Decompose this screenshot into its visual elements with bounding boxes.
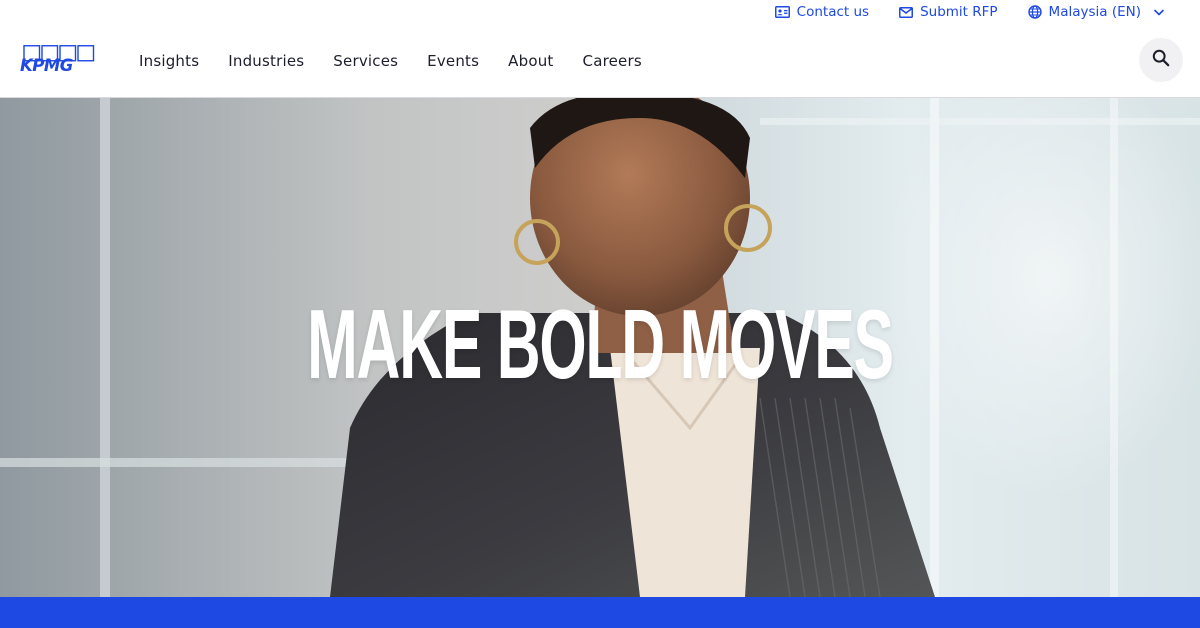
contact-card-icon [774, 6, 790, 18]
nav-item-insights[interactable]: Insights [139, 52, 199, 70]
nav-item-services[interactable]: Services [333, 52, 398, 70]
region-label: Malaysia (EN) [1048, 4, 1141, 20]
primary-nav: Insights Industries Services Events Abou… [139, 24, 642, 98]
blue-band [0, 597, 1200, 628]
submit-rfp-label: Submit RFP [920, 4, 998, 20]
region-selector[interactable]: Malaysia (EN) [1027, 4, 1164, 20]
hero-banner: MAKE BOLD MOVES [0, 98, 1200, 597]
nav-item-industries[interactable]: Industries [228, 52, 304, 70]
utility-bar: Contact us Submit RFP Malaysia (EN) [0, 0, 1200, 24]
submit-rfp-link[interactable]: Submit RFP [899, 4, 998, 20]
nav-item-events[interactable]: Events [427, 52, 479, 70]
search-icon [1152, 49, 1170, 71]
main-header: KPMG Insights Industries Services Events… [0, 24, 1200, 98]
globe-icon [1027, 5, 1042, 19]
search-button[interactable] [1139, 38, 1183, 82]
chevron-down-icon [1154, 9, 1164, 16]
logo-text: KPMG [20, 56, 73, 75]
page: Contact us Submit RFP Malaysia (EN) KPMG… [0, 0, 1200, 628]
nav-item-about[interactable]: About [508, 52, 553, 70]
contact-us-link[interactable]: Contact us [774, 4, 870, 20]
hero-headline: MAKE BOLD MOVES [307, 289, 894, 399]
mail-icon [899, 6, 914, 18]
kpmg-logo[interactable]: KPMG [20, 45, 96, 79]
nav-item-careers[interactable]: Careers [583, 52, 642, 70]
contact-us-label: Contact us [796, 4, 870, 20]
